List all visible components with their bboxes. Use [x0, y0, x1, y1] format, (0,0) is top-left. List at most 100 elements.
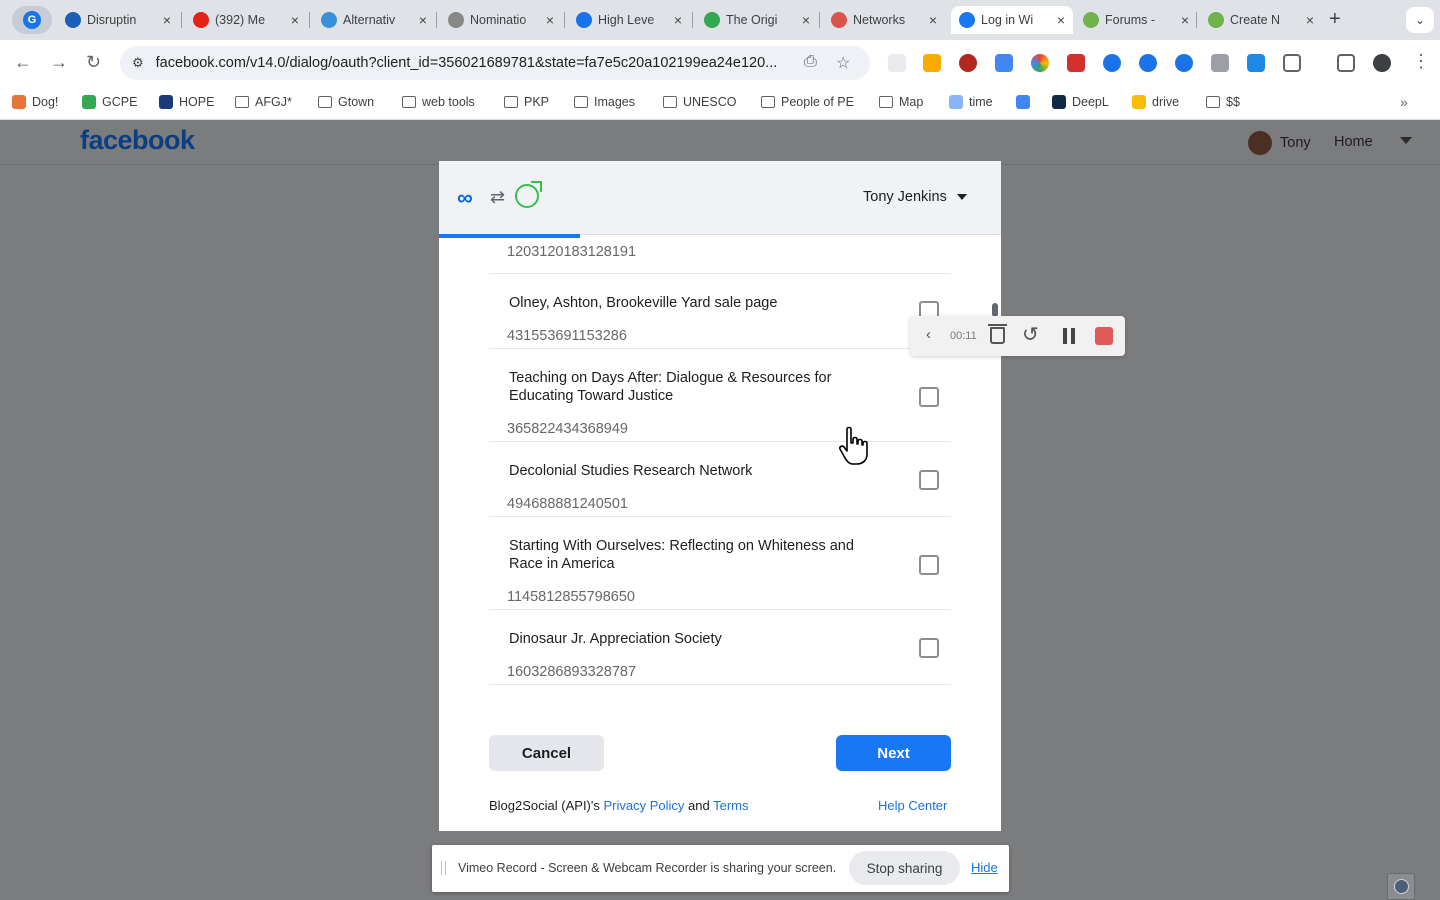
tab-search-button[interactable]: ⌄ [1406, 7, 1434, 33]
google-icon: G [23, 11, 41, 29]
browser-tab[interactable]: The Origi × [696, 6, 818, 34]
dialog-header: ∞ ⇄ Tony Jenkins [439, 161, 1001, 238]
scrollbar-thumb[interactable] [992, 303, 998, 317]
bookmark-item[interactable]: web tools [402, 95, 475, 109]
facebook-logo[interactable]: facebook [80, 125, 195, 156]
stop-recording-icon[interactable] [1095, 327, 1113, 345]
extension-icon[interactable] [1247, 54, 1265, 72]
bookmark-item[interactable]: DeepL [1052, 95, 1109, 109]
bookmark-item[interactable]: Map [879, 95, 923, 109]
bookmark-item[interactable]: GCPE [82, 95, 137, 109]
browser-tab[interactable]: (392) Me × [185, 6, 307, 34]
globe-icon[interactable] [1387, 873, 1415, 900]
bookmark-item[interactable]: drive [1132, 95, 1179, 109]
home-link[interactable]: Home [1334, 134, 1373, 150]
browser-tab[interactable]: Log in Wi × [951, 6, 1073, 34]
account-switcher[interactable]: Tony Jenkins [863, 189, 967, 205]
bookmark-item[interactable]: People of PE [761, 95, 854, 109]
menu-kebab-icon[interactable]: ⋮ [1412, 51, 1430, 72]
close-tab-icon[interactable]: × [419, 12, 427, 28]
close-tab-icon[interactable]: × [802, 12, 810, 28]
extension-icon[interactable] [923, 54, 941, 72]
reload-icon[interactable]: ↻ [86, 52, 101, 73]
bookmark-item[interactable]: time [949, 95, 993, 109]
drag-handle-icon[interactable] [441, 861, 446, 875]
profile-avatar[interactable] [1373, 54, 1391, 72]
hide-link[interactable]: Hide [971, 860, 998, 875]
tab-separator [564, 12, 565, 28]
page-checkbox[interactable] [919, 387, 939, 407]
install-app-icon[interactable]: ⎙ [804, 53, 817, 71]
browser-tab[interactable]: Forums - × [1075, 6, 1197, 34]
close-tab-icon[interactable]: × [163, 12, 171, 28]
extension-icon[interactable] [888, 54, 906, 72]
forward-icon[interactable]: → [50, 52, 68, 73]
pdf-extension-icon[interactable] [1067, 54, 1085, 72]
camera-extension-icon[interactable] [1211, 54, 1229, 72]
next-button[interactable]: Next [836, 735, 951, 771]
bookmark-item[interactable]: $$ [1206, 95, 1240, 109]
trash-icon[interactable] [988, 324, 1007, 344]
browser-tab[interactable]: Disruptin × [57, 6, 179, 34]
browser-tab[interactable]: Create N × [1200, 6, 1322, 34]
bookmark-item[interactable]: UNESCO [663, 95, 736, 109]
extension-icon[interactable] [1103, 54, 1121, 72]
color-picker-extension-icon[interactable] [1031, 54, 1049, 72]
tab-title: High Leve [598, 13, 655, 27]
close-tab-icon[interactable]: × [929, 12, 937, 28]
privacy-policy-link[interactable]: Privacy Policy [603, 798, 684, 813]
close-tab-icon[interactable]: × [1181, 12, 1189, 28]
extensions-puzzle-icon[interactable] [1283, 54, 1301, 72]
bookmark-item[interactable]: Gtown [318, 95, 374, 109]
more-bookmarks-icon[interactable]: » [1400, 94, 1408, 110]
extension-icon[interactable] [959, 54, 977, 72]
terms-link[interactable]: Terms [713, 798, 748, 813]
bookmark-item[interactable]: Images [574, 95, 635, 109]
browser-tab[interactable]: Networks × [823, 6, 945, 34]
page-checkbox[interactable] [919, 470, 939, 490]
collapse-chevron-icon[interactable]: ‹ [926, 326, 931, 343]
pause-icon[interactable] [1063, 328, 1075, 344]
tab-group-google[interactable]: G [12, 6, 52, 34]
list-item[interactable]: 1203120183128191 [489, 238, 951, 274]
restart-icon[interactable]: ↺ [1022, 322, 1039, 347]
side-panel-icon[interactable] [1337, 54, 1355, 72]
close-tab-icon[interactable]: × [1057, 12, 1065, 28]
list-item[interactable]: Decolonial Studies Research Network 49468… [489, 442, 951, 517]
help-center-link[interactable]: Help Center [878, 798, 947, 813]
user-profile-link[interactable]: Tony [1248, 131, 1311, 155]
bookmark-label: DeepL [1072, 95, 1109, 109]
new-tab-button[interactable]: + [1329, 8, 1341, 31]
bookmark-label: People of PE [781, 95, 854, 109]
address-bar[interactable]: ⚙ facebook.com/v14.0/dialog/oauth?client… [120, 46, 870, 80]
page-checkbox[interactable] [919, 638, 939, 658]
close-tab-icon[interactable]: × [546, 12, 554, 28]
bookmark-star-icon[interactable]: ☆ [836, 53, 850, 73]
extension-icon[interactable] [1139, 54, 1157, 72]
site-info-icon[interactable]: ⚙ [132, 55, 144, 71]
close-tab-icon[interactable]: × [1306, 12, 1314, 28]
bookmark-item[interactable]: HOPE [159, 95, 214, 109]
browser-tab[interactable]: Alternativ × [313, 6, 435, 34]
bookmark-item[interactable]: AFGJ* [235, 95, 292, 109]
checkmark-extension-icon[interactable] [1175, 54, 1193, 72]
bookmark-item[interactable] [1016, 95, 1036, 109]
bookmark-item[interactable]: Dog! [12, 95, 58, 109]
cancel-button[interactable]: Cancel [489, 735, 604, 771]
list-item[interactable]: Dinosaur Jr. Appreciation Society 1603286… [489, 610, 951, 685]
app-logo-icon [515, 181, 542, 208]
close-tab-icon[interactable]: × [291, 12, 299, 28]
page-checkbox[interactable] [919, 555, 939, 575]
stop-sharing-button[interactable]: Stop sharing [849, 851, 960, 885]
list-item[interactable]: Olney, Ashton, Brookeville Yard sale pag… [489, 274, 951, 349]
bookmark-item[interactable]: PKP [504, 95, 549, 109]
browser-tab[interactable]: Nominatio × [440, 6, 562, 34]
translate-extension-icon[interactable] [995, 54, 1013, 72]
list-item[interactable]: Starting With Ourselves: Reflecting on W… [489, 517, 951, 610]
back-icon[interactable]: ← [14, 52, 32, 73]
list-item[interactable]: Teaching on Days After: Dialogue & Resou… [489, 349, 951, 442]
browser-tab[interactable]: High Leve × [568, 6, 690, 34]
account-menu-icon[interactable] [1400, 137, 1412, 144]
close-tab-icon[interactable]: × [674, 12, 682, 28]
url-text[interactable]: facebook.com/v14.0/dialog/oauth?client_i… [156, 55, 796, 71]
